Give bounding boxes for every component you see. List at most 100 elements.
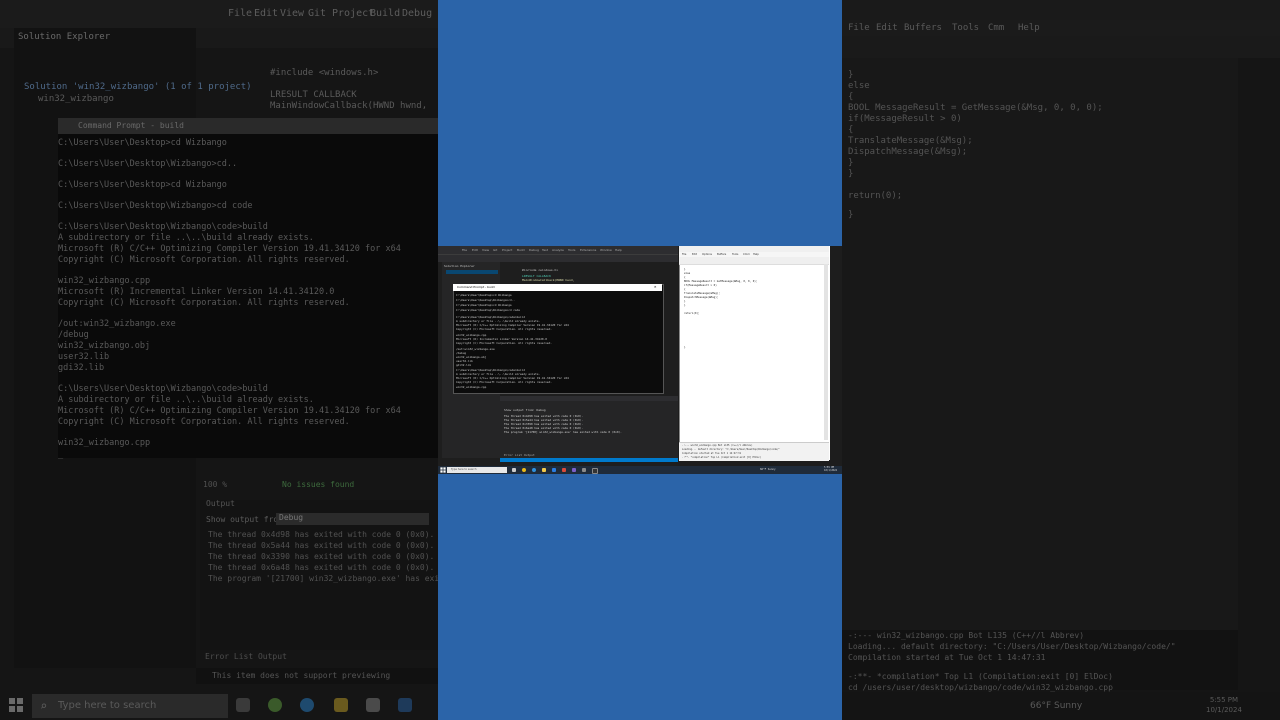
bg-output-line: The thread 0x6a48 has exited with code 0… xyxy=(208,563,435,572)
taskbar-search-placeholder: Type here to search xyxy=(451,468,477,471)
bg-menu-edit: Edit xyxy=(254,8,279,19)
task-view-icon xyxy=(236,698,250,712)
chrome-icon[interactable] xyxy=(522,468,526,472)
bg-editor-line: MainWindowCallback(HWND hwnd, xyxy=(270,101,428,111)
bg-emacs-line: { xyxy=(848,125,854,135)
emacs-menu-buffers[interactable]: Buffers xyxy=(717,253,726,256)
task-view-icon[interactable] xyxy=(512,468,516,472)
taskbar-weather[interactable]: 66°F Sunny xyxy=(760,468,776,471)
bg-output-title: Output xyxy=(206,499,235,508)
emacs-code-line: { xyxy=(684,276,686,279)
emacs-toolbar[interactable] xyxy=(679,257,829,265)
file-explorer-icon xyxy=(334,698,348,712)
bg-cmd-line: C:\Users\User\Desktop\Wizbango\code>buil… xyxy=(58,384,268,394)
bg-project-item: win32_wizbango xyxy=(38,94,114,104)
command-prompt-title: Command Prompt - build xyxy=(457,285,495,289)
visual-studio-icon[interactable] xyxy=(572,468,576,472)
bg-cmd-line: /out:win32_wizbango.exe xyxy=(58,319,176,329)
emacs-status-line: Compilation started at Tue Oct 1 14:47:3… xyxy=(682,452,742,455)
vs-solution-selected-item[interactable] xyxy=(446,270,498,274)
vs-menu-edit[interactable]: Edit xyxy=(472,248,478,252)
emacs-menu-file[interactable]: File xyxy=(682,253,686,256)
cmd-line: gdi32.lib xyxy=(456,363,472,367)
vs-menu-build[interactable]: Build xyxy=(517,248,525,252)
vs-output-header xyxy=(500,396,678,401)
vs-output-source[interactable]: Show output from: Debug xyxy=(504,408,546,412)
emacs-code-line: if(MessageResult > 0) xyxy=(684,284,717,287)
vs-code-line: MainWindowCallback(HWND hwnd, xyxy=(522,278,575,282)
emacs-menu-cmm[interactable]: Cmm xyxy=(743,253,750,256)
emacs-menu-help[interactable]: Help xyxy=(753,253,759,256)
vs-menu-window[interactable]: Window xyxy=(600,248,612,252)
taskbar-clock[interactable]: 5:55 PM 10/1/2024 xyxy=(824,466,837,472)
emacs-code-line: return(0); xyxy=(684,312,700,315)
close-icon[interactable]: ✕ xyxy=(654,284,656,289)
bg-emacs-status-line: Loading... default directory: "C:/Users/… xyxy=(848,642,1176,651)
bg-cmd-line: /debug xyxy=(58,330,89,340)
bg-cmd-line: win32_wizbango.obj xyxy=(58,341,151,351)
file-explorer-icon[interactable] xyxy=(542,468,546,472)
emacs-code-line: { xyxy=(684,288,686,291)
bg-emacs-line: } xyxy=(848,158,854,168)
vs-menu-view[interactable]: View xyxy=(482,248,489,252)
vs-menu-file[interactable]: File xyxy=(462,248,467,252)
bg-search-placeholder: Type here to search xyxy=(58,700,157,711)
bg-menu-debug: Debug xyxy=(402,8,433,19)
vs-menu-extensions[interactable]: Extensions xyxy=(580,248,596,252)
bg-cmd-line: win32_wizbango.cpp xyxy=(58,276,151,286)
emacs-icon[interactable] xyxy=(582,468,586,472)
cmd-line: Copyright (C) Microsoft Corporation. All… xyxy=(456,327,552,331)
edge-icon[interactable] xyxy=(532,468,536,472)
bg-cmd-line: C:\Users\User\Desktop\Wizbango>cd code xyxy=(58,201,253,211)
command-prompt-titlebar[interactable]: Command Prompt - build xyxy=(453,284,662,291)
vs-code-line: #include <windows.h> xyxy=(522,268,559,272)
bg-output-line: The thread 0x3390 has exited with code 0… xyxy=(208,552,435,561)
bg-emacs-menu-cmm: Cmm xyxy=(988,23,1005,33)
bg-menu-git: Git xyxy=(308,8,327,19)
bg-emacs-line: TranslateMessage(&Msg); xyxy=(848,136,973,146)
emacs-menu-tools[interactable]: Tools xyxy=(732,253,738,256)
bg-emacs-line: return(0); xyxy=(848,191,903,201)
bg-cmd-line: Microsoft (R) C/C++ Optimizing Compiler … xyxy=(58,244,401,254)
vs-menu-debug[interactable]: Debug xyxy=(529,248,539,252)
bg-issues-indicator: No issues found xyxy=(282,480,355,489)
cmd-line: C:\Users\User\Desktop\Wizbango>cd code xyxy=(456,308,520,312)
bg-menu-project: Project xyxy=(332,8,375,19)
vs-menu-test[interactable]: Test xyxy=(542,248,548,252)
vs-menu-tools[interactable]: Tools xyxy=(568,248,575,252)
vs-menu-git[interactable]: Git xyxy=(493,248,497,252)
emacs-status-line: -:**- *compilation* Top L1 (Compilation:… xyxy=(682,456,762,459)
bg-emacs-line: BOOL MessageResult = GetMessage(&Msg, 0,… xyxy=(848,103,1103,113)
bg-cmd-line: A subdirectory or file ..\..\build alrea… xyxy=(58,233,314,243)
taskbar-search-box[interactable]: Type here to search xyxy=(447,467,507,473)
emacs-menu-edit[interactable]: Edit xyxy=(692,253,697,256)
bg-cmd-line: C:\Users\User\Desktop\Wizbango>cd.. xyxy=(58,159,238,169)
vs-output-tabs[interactable]: Error List Output xyxy=(504,453,535,457)
emacs-menu-options[interactable]: Options xyxy=(702,253,712,256)
bg-emacs-menu-edit: Edit xyxy=(876,23,898,33)
vs-menu-project[interactable]: Project xyxy=(502,248,512,252)
vs-menu-analyze[interactable]: Analyze xyxy=(552,248,564,252)
emacs-scrollbar[interactable] xyxy=(824,264,828,440)
bg-cmd-line: A subdirectory or file ..\..\build alrea… xyxy=(58,395,314,405)
bg-emacs-line: else xyxy=(848,81,870,91)
mail-icon xyxy=(398,698,412,712)
bg-emacs-line: DispatchMessage(&Msg); xyxy=(848,147,968,157)
bg-emacs-menu-buffers: Buffers xyxy=(904,23,942,33)
chrome-icon xyxy=(268,698,282,712)
emacs-code-line: } xyxy=(684,300,686,303)
vs-statusbar xyxy=(500,458,678,462)
terminal-icon[interactable] xyxy=(592,468,598,474)
bg-emacs-menubar: File Edit Buffers Tools Cmm Help xyxy=(842,20,1280,36)
bg-editor-line: LRESULT CALLBACK xyxy=(270,90,357,100)
bg-emacs-line: } xyxy=(848,210,854,220)
bg-solution-explorer-title: Solution Explorer xyxy=(18,32,111,42)
store-icon[interactable] xyxy=(552,468,556,472)
cmd-line: C:\Users\User\Desktop>cd Wizbango xyxy=(456,293,512,297)
windows-start-icon[interactable] xyxy=(440,467,446,473)
emacs-code-line: } xyxy=(684,268,686,271)
bg-menu-view: View xyxy=(280,8,305,19)
vs-menu-help[interactable]: Help xyxy=(615,248,622,252)
bg-zoom-level: 100 % xyxy=(203,480,228,489)
mail-icon[interactable] xyxy=(562,468,566,472)
